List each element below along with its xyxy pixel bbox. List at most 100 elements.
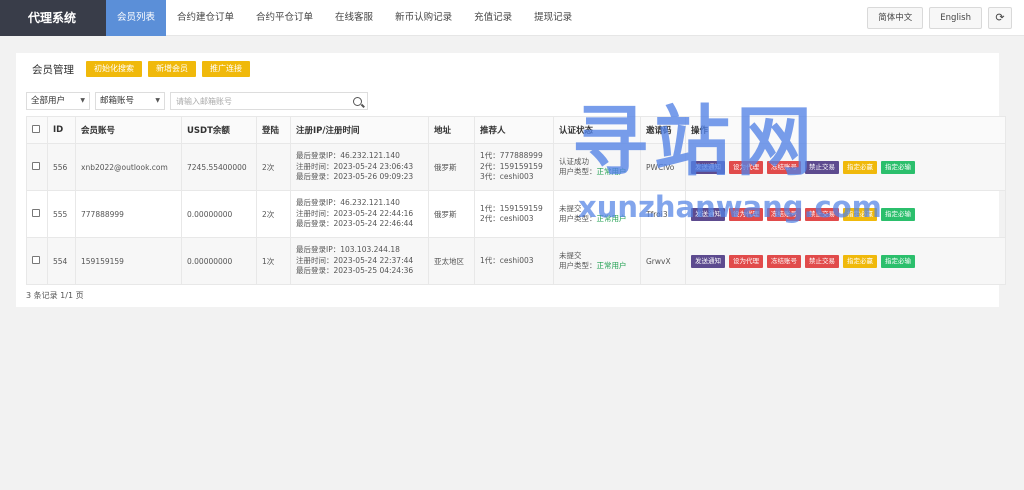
add-member-button[interactable]: 新增会员 xyxy=(148,61,196,77)
panel-title: 会员管理 xyxy=(32,63,74,76)
cell-auth-status: 未提交 用户类型：正常用户 xyxy=(553,190,641,238)
force-win-button[interactable]: 指定必赢 xyxy=(843,207,877,221)
cell-logins: 2次 xyxy=(256,190,291,238)
auth-status: 未提交 xyxy=(559,203,582,213)
referrer-level-1: 1代：ceshi003 xyxy=(480,255,534,265)
ban-trading-button[interactable]: 禁止交易 xyxy=(805,254,839,268)
send-notice-button[interactable]: 发送通知 xyxy=(691,207,725,221)
cell-auth-status: 未提交 用户类型：正常用户 xyxy=(553,237,641,285)
cell-actions: 发送通知 设为代理 冻结账号 禁止交易 指定必赢 指定必输 xyxy=(685,143,1006,191)
cell-invite-code: GrwvX xyxy=(640,237,686,285)
ban-trading-button[interactable]: 禁止交易 xyxy=(805,160,839,174)
referrer-level-3: 3代：ceshi003 xyxy=(480,172,534,182)
nav-new-coin-subscriptions[interactable]: 新币认购记录 xyxy=(384,0,463,36)
row-checkbox[interactable] xyxy=(32,256,40,264)
referrer-level-2: 2代：ceshi003 xyxy=(480,214,534,223)
main-nav: 会员列表 合约建仓订单 合约平仓订单 在线客服 新币认购记录 充值记录 提现记录 xyxy=(106,0,583,36)
cell-invite-code: Tfroi3 xyxy=(640,190,686,238)
last-login-ip: 最后登录IP：46.232.121.140 xyxy=(296,151,400,161)
cell-referrer: 1代：159159159 2代：ceshi003 xyxy=(474,190,554,238)
register-time: 注册时间：2023-05-24 22:44:16 xyxy=(296,208,414,218)
lang-en-button[interactable]: English xyxy=(929,7,982,29)
promo-link-button[interactable]: 推广连接 xyxy=(202,61,250,77)
col-address: 地址 xyxy=(428,116,475,144)
ban-trading-button[interactable]: 禁止交易 xyxy=(805,207,839,221)
force-lose-button[interactable]: 指定必输 xyxy=(881,160,915,174)
nav-member-list[interactable]: 会员列表 xyxy=(106,0,167,36)
nav-contract-close-orders[interactable]: 合约平仓订单 xyxy=(245,0,324,36)
row-select-cell xyxy=(26,143,48,191)
force-win-button[interactable]: 指定必赢 xyxy=(843,254,877,268)
set-agent-button[interactable]: 设为代理 xyxy=(729,254,763,268)
user-filter-select[interactable]: 全部用户 ▼ xyxy=(26,92,90,110)
last-login-ip: 最后登录IP：103.103.244.18 xyxy=(296,245,400,255)
table-row: 555 777888999 0.00000000 2次 最后登录IP：46.23… xyxy=(26,190,1006,238)
freeze-account-button[interactable]: 冻结账号 xyxy=(767,160,801,174)
send-notice-button[interactable]: 发送通知 xyxy=(691,160,725,174)
user-type: 用户类型：正常用户 xyxy=(559,214,635,225)
register-time: 注册时间：2023-05-24 23:06:43 xyxy=(296,161,414,171)
cell-ip-time: 最后登录IP：46.232.121.140 注册时间：2023-05-24 22… xyxy=(290,190,429,238)
row-checkbox[interactable] xyxy=(32,209,40,217)
chevron-down-icon: ▼ xyxy=(80,97,85,104)
nav-contract-open-orders[interactable]: 合约建仓订单 xyxy=(166,0,245,36)
table-row: 554 159159159 0.00000000 1次 最后登录IP：103.1… xyxy=(26,237,1006,285)
cell-id: 556 xyxy=(47,143,76,191)
referrer-level-2: 2代：159159159 xyxy=(480,161,543,171)
force-win-button[interactable]: 指定必赢 xyxy=(843,160,877,174)
cell-account: xnb2022@outlook.com xyxy=(75,143,182,191)
search-icon[interactable] xyxy=(353,96,362,106)
cell-address: 俄罗斯 xyxy=(428,143,475,191)
refresh-icon[interactable]: ⟳ xyxy=(988,7,1012,29)
search-type-value: 邮箱账号 xyxy=(100,96,135,106)
nav-withdrawal-records[interactable]: 提现记录 xyxy=(523,0,583,36)
send-notice-button[interactable]: 发送通知 xyxy=(691,254,725,268)
cell-invite-code: PWCiVo xyxy=(640,143,686,191)
freeze-account-button[interactable]: 冻结账号 xyxy=(767,207,801,221)
reset-search-button[interactable]: 初始化搜索 xyxy=(86,61,142,77)
last-login-time: 最后登录：2023-05-24 22:46:44 xyxy=(296,219,414,229)
last-login-time: 最后登录：2023-05-26 09:09:23 xyxy=(296,172,414,182)
row-select-cell xyxy=(26,237,48,285)
register-time: 注册时间：2023-05-24 22:37:44 xyxy=(296,255,414,265)
col-invite-code: 邀请码 xyxy=(640,116,686,144)
cell-balance: 0.00000000 xyxy=(181,237,257,285)
cell-referrer: 1代：ceshi003 xyxy=(474,237,554,285)
cell-balance: 0.00000000 xyxy=(181,190,257,238)
auth-status: 认证成功 xyxy=(559,156,589,166)
user-type-value: 正常用户 xyxy=(596,167,627,176)
set-agent-button[interactable]: 设为代理 xyxy=(729,160,763,174)
last-login-time: 最后登录：2023-05-25 04:24:36 xyxy=(296,266,414,276)
user-type-label: 用户类型： xyxy=(559,167,597,176)
lang-cn-button[interactable]: 简体中文 xyxy=(867,7,924,29)
user-type: 用户类型：正常用户 xyxy=(559,261,635,272)
table-row: 556 xnb2022@outlook.com 7245.55400000 2次… xyxy=(26,143,1006,191)
cell-id: 555 xyxy=(47,190,76,238)
cell-ip-time: 最后登录IP：103.103.244.18 注册时间：2023-05-24 22… xyxy=(290,237,429,285)
nav-deposit-records[interactable]: 充值记录 xyxy=(463,0,523,36)
nav-online-support[interactable]: 在线客服 xyxy=(324,0,384,36)
set-agent-button[interactable]: 设为代理 xyxy=(729,207,763,221)
col-referrer: 推荐人 xyxy=(474,116,554,144)
referrer-level-1: 1代：777888999 xyxy=(480,151,543,161)
row-checkbox[interactable] xyxy=(32,162,40,170)
col-auth-status: 认证状态 xyxy=(553,116,641,144)
row-actions: 发送通知 设为代理 冻结账号 禁止交易 指定必赢 指定必输 xyxy=(691,160,1000,174)
cell-account: 777888999 xyxy=(75,190,182,238)
cell-address: 俄罗斯 xyxy=(428,190,475,238)
search-input[interactable]: 请输入邮箱账号 xyxy=(170,92,368,110)
select-all-checkbox[interactable] xyxy=(32,124,40,133)
referrer-level-1: 1代：159159159 xyxy=(480,203,543,213)
member-table: ID 会员账号 USDT余额 登陆 注册IP/注册时间 地址 推荐人 认证状态 … xyxy=(26,116,1006,285)
force-lose-button[interactable]: 指定必输 xyxy=(881,254,915,268)
search-type-select[interactable]: 邮箱账号 ▼ xyxy=(95,92,165,110)
freeze-account-button[interactable]: 冻结账号 xyxy=(767,254,801,268)
force-lose-button[interactable]: 指定必输 xyxy=(881,207,915,221)
cell-referrer: 1代：777888999 2代：159159159 3代：ceshi003 xyxy=(474,143,554,191)
last-login-ip: 最后登录IP：46.232.121.140 xyxy=(296,198,400,208)
col-ip-time: 注册IP/注册时间 xyxy=(290,116,429,144)
auth-status: 未提交 xyxy=(559,250,582,260)
search-placeholder: 请输入邮箱账号 xyxy=(176,96,232,106)
row-actions: 发送通知 设为代理 冻结账号 禁止交易 指定必赢 指定必输 xyxy=(691,254,1000,268)
cell-account: 159159159 xyxy=(75,237,182,285)
